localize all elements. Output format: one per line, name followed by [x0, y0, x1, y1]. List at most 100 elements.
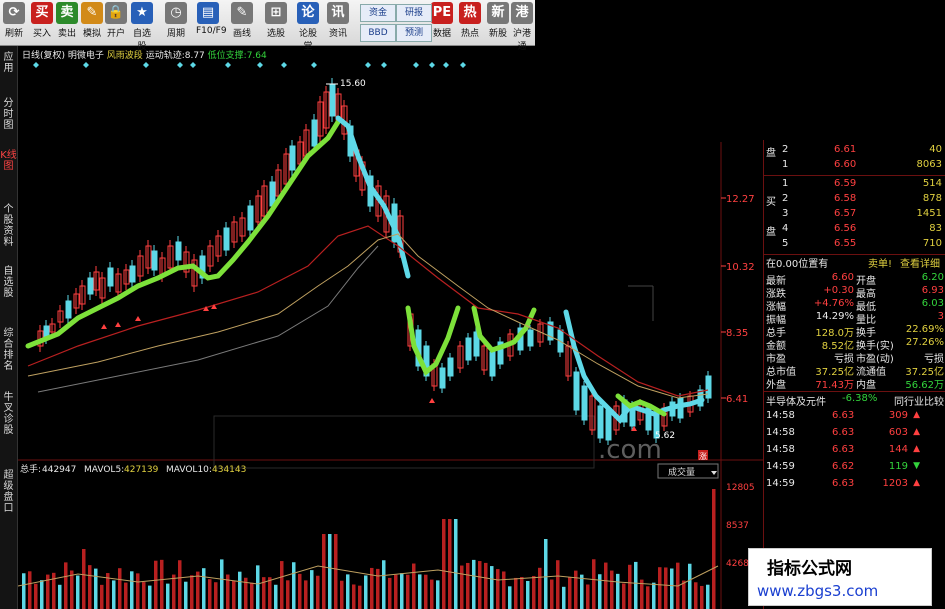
sell-order-link[interactable]: 卖单! — [868, 255, 892, 270]
toolbar-item-12[interactable]: PE 数据 — [430, 2, 454, 39]
volume-bar — [334, 534, 338, 609]
tick-price: 6.63 — [832, 444, 855, 455]
volume-bar — [466, 562, 470, 609]
order-book-row: 5 6.55 710 — [764, 238, 945, 253]
volume-bar — [64, 562, 68, 609]
signal-diamond-3 — [177, 62, 183, 68]
kline-chart-area[interactable]: 日线(复权) 明微电子 风雨波段 运动轨迹:8.77 低位支撑:7.64 12.… — [18, 46, 763, 609]
order-side: 买 — [766, 197, 776, 208]
volume-bar — [28, 571, 32, 609]
tick-time: 14:58 — [766, 444, 795, 455]
vol-ma10-value: 434143 — [212, 465, 246, 475]
volume-bar — [670, 568, 674, 609]
tick-row: 14:59 6.63 1203 ▲ — [764, 478, 945, 493]
quote-label: 外盘 — [766, 380, 786, 391]
toolbar-small-button-1[interactable]: 研报 — [396, 4, 432, 22]
order-price: 6.57 — [834, 208, 857, 219]
tick-volume: 119 — [888, 461, 908, 472]
toolbar-item-5[interactable]: ★ 自选股 — [130, 2, 154, 52]
sidebar-tab-2[interactable]: K线图 — [0, 150, 17, 172]
signal-diamond-14 — [460, 62, 466, 68]
buy-signal-arrow-1 — [115, 322, 121, 327]
sidebar-tab-4[interactable]: 自选股 — [0, 266, 17, 299]
sidebar-tab-3[interactable]: 个股资料 — [0, 204, 17, 248]
tick-row: 14:58 6.63 603 ▲ — [764, 427, 945, 442]
order-volume: 1451 — [916, 208, 942, 219]
view-detail-link[interactable]: 查看详细 — [900, 255, 940, 270]
toolbar-small-button-3[interactable]: 预测 — [396, 24, 432, 42]
dotcom-overlay-text: .com — [598, 435, 662, 465]
tick-time: 14:58 — [766, 410, 795, 421]
sidebar-tab-7[interactable]: 超级盘口 — [0, 470, 17, 514]
volume-bar — [556, 560, 560, 609]
toolbar-small-button-0[interactable]: 资金 — [360, 4, 396, 22]
volume-bar — [526, 580, 530, 609]
vol-ma5-label: MAVOL5: — [84, 465, 124, 475]
volume-bar — [40, 580, 44, 609]
tick-time: 14:58 — [766, 427, 795, 438]
toolbar-item-8[interactable]: ✎ 画线 — [230, 2, 254, 39]
order-volume: 83 — [929, 223, 942, 234]
volume-bar — [406, 574, 410, 609]
volume-bar — [604, 562, 608, 609]
volume-bar — [478, 561, 482, 609]
arrow-up-icon: ▲ — [913, 444, 920, 454]
toolbar-item-1[interactable]: 买买入 — [30, 2, 54, 39]
volume-bar — [706, 584, 710, 609]
volume-bar — [502, 571, 506, 609]
volume-bar — [622, 583, 626, 609]
toolbar-item-15[interactable]: 港沪港通 — [510, 2, 534, 52]
toolbar-item-11[interactable]: 讯资讯 — [326, 2, 350, 39]
sidebar-tab-1[interactable]: 分时图 — [0, 98, 17, 131]
volume-bar — [382, 560, 386, 609]
order-book-row: 1 6.60 8063 — [764, 159, 945, 174]
toolbar-item-10[interactable]: 论论股堂 — [296, 2, 320, 52]
quote-panel: 盘 2 6.61 40 1 6.60 8063 1 6.59 514 买 2 6.58 878 3 6.57 1… — [763, 140, 945, 609]
sidebar-tab-0[interactable]: 应用 — [0, 52, 17, 74]
candle-body-b-4 — [439, 367, 446, 389]
vol-ma5-value: 427139 — [124, 465, 159, 475]
toolbar-item-14[interactable]: 新新股 — [486, 2, 510, 39]
toolbar-icon-4: 🔒 — [105, 2, 127, 24]
volume-bar — [388, 577, 392, 609]
tick-time: 14:59 — [766, 478, 795, 489]
toolbar-item-13[interactable]: 热热点 — [458, 2, 482, 39]
candle-body-28 — [247, 205, 254, 231]
tick-volume: 1203 — [882, 478, 908, 489]
order-price: 6.58 — [834, 193, 857, 204]
sidebar-tab-6[interactable]: 牛叉诊股 — [0, 392, 17, 436]
candle-body-b-7 — [465, 337, 472, 361]
signal-diamond-2 — [143, 62, 149, 68]
volume-bar — [574, 570, 578, 609]
volume-bar — [442, 519, 446, 609]
quote-row: 外盘 71.43万 内盘 56.62万 — [764, 376, 945, 391]
volume-bar — [664, 567, 668, 609]
toolbar-item-4[interactable]: 🔒 开户 — [104, 2, 128, 39]
toolbar-small-button-2[interactable]: BBD — [360, 24, 396, 42]
toolbar-item-7[interactable]: ▤ F10/F9 — [196, 2, 227, 36]
signal-diamond-13 — [443, 62, 449, 68]
volume-bar — [352, 584, 356, 609]
volume-bar — [520, 576, 524, 609]
sidebar-tab-5[interactable]: 综合排名 — [0, 328, 17, 372]
toolbar-item-0[interactable]: ⟳ 刷新 — [2, 2, 26, 39]
toolbar-item-2[interactable]: 卖卖出 — [55, 2, 79, 39]
sector-row[interactable]: 半导体及元件 -6.38% 同行业比较 — [764, 393, 945, 408]
toolbar-item-6[interactable]: ◷ 周期 — [164, 2, 188, 39]
price-tick-label: 6.41 — [726, 394, 748, 405]
volume-bar — [586, 584, 590, 609]
quote-value: 22.69% — [905, 324, 944, 335]
toolbar-item-9[interactable]: ⊞ 选股 — [264, 2, 288, 39]
quote-value: 6.03 — [921, 298, 944, 309]
order-volume: 710 — [922, 238, 942, 249]
volume-bar — [322, 534, 326, 609]
toolbar-label-4: 开户 — [106, 29, 125, 39]
toolbar-label-11: 资讯 — [328, 29, 347, 39]
toolbar-item-3[interactable]: ✎ 模拟 — [80, 2, 104, 39]
candle-body-25 — [223, 227, 230, 251]
price-tick-label: 12.27 — [726, 194, 755, 205]
volume-bar — [460, 565, 464, 609]
sector-compare-link[interactable]: 同行业比较 — [894, 393, 944, 408]
order-notice-row: 在0.00位置有 卖单! 查看详细 — [764, 255, 945, 270]
volume-bar — [532, 575, 536, 609]
